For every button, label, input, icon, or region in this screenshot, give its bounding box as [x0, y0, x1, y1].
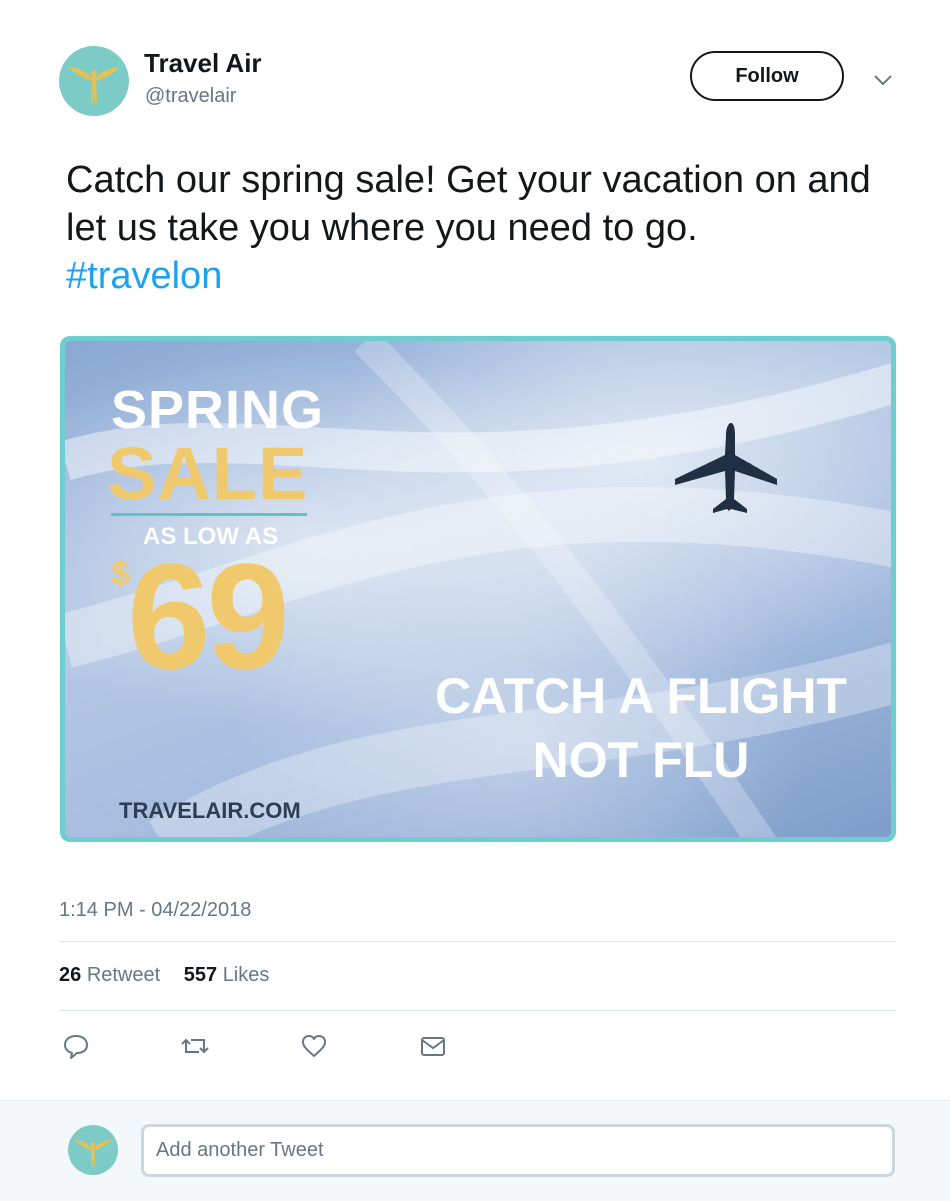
airplane-icon: [675, 423, 777, 513]
promo-divider: [111, 513, 307, 516]
divider: [59, 1010, 896, 1011]
engagement-stats: 26 Retweet 557 Likes: [59, 964, 287, 987]
hashtag-link[interactable]: #travelon: [66, 252, 906, 300]
promo-price: 69: [127, 532, 290, 700]
retweet-label: Retweet: [86, 964, 161, 986]
follow-button[interactable]: Follow: [690, 51, 844, 101]
likes-count: 557: [183, 964, 218, 986]
promo-tagline-2: NOT FLU: [532, 732, 750, 788]
reply-icon[interactable]: [62, 1032, 90, 1060]
tweet-text: Catch our spring sale! Get your vacation…: [66, 156, 906, 300]
author-avatar[interactable]: [59, 46, 129, 116]
retweet-count: 26: [59, 964, 82, 986]
promo-website: TRAVELAIR.COM: [119, 798, 301, 823]
chevron-down-icon[interactable]: [872, 70, 894, 90]
retweet-icon[interactable]: [181, 1032, 209, 1060]
reply-input[interactable]: [141, 1124, 895, 1177]
likes-label: Likes: [222, 964, 270, 986]
winged-figure-logo-icon: [68, 67, 120, 103]
author-name[interactable]: Travel Air: [144, 48, 262, 79]
winged-figure-logo-icon: [73, 1139, 113, 1167]
divider: [59, 941, 896, 942]
user-avatar[interactable]: [68, 1125, 118, 1175]
like-icon[interactable]: [300, 1032, 328, 1060]
direct-message-icon[interactable]: [419, 1032, 447, 1060]
tweet-body: Catch our spring sale! Get your vacation…: [66, 159, 871, 249]
promo-line-sale: SALE: [107, 432, 309, 515]
retweet-stat[interactable]: 26 Retweet: [59, 964, 160, 986]
tweet-timestamp[interactable]: 1:14 PM - 04/22/2018: [59, 899, 251, 922]
promo-image-card[interactable]: SPRING SALE AS LOW AS $ 69 CATCH A FLIGH…: [60, 336, 896, 842]
author-handle[interactable]: @travelair: [145, 85, 236, 108]
promo-tagline-1: CATCH A FLIGHT: [435, 668, 847, 724]
likes-stat[interactable]: 557 Likes: [184, 964, 270, 986]
